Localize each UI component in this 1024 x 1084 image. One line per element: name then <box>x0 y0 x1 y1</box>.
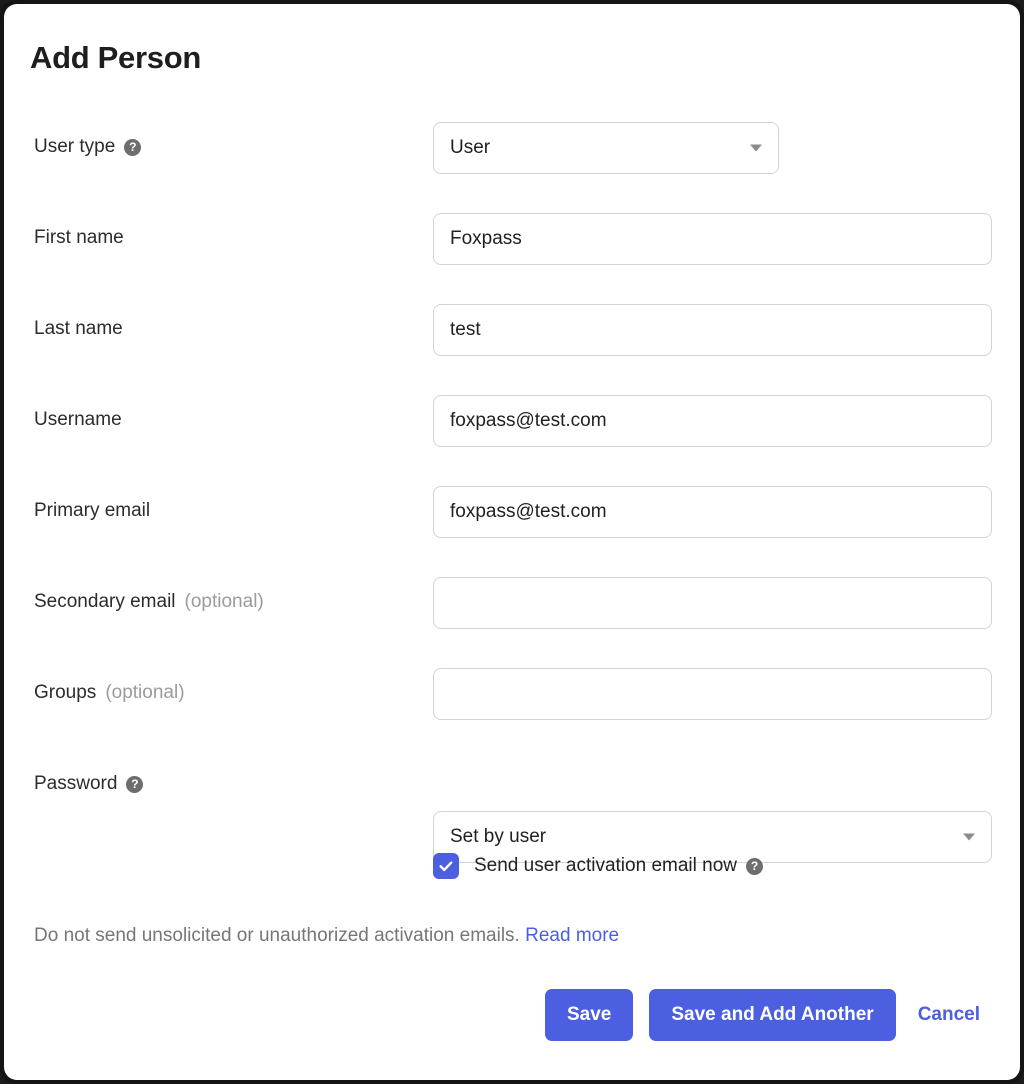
label-groups: Groups (optional) <box>34 682 185 704</box>
input-last-name[interactable]: test <box>433 304 992 356</box>
send-activation-email-label: Send user activation email now ? <box>474 855 763 877</box>
label-text: Password <box>34 773 118 794</box>
label-text: Primary email <box>34 500 151 521</box>
activation-email-row[interactable]: Send user activation email now ? <box>433 853 763 879</box>
page-title: Add Person <box>30 40 201 75</box>
save-button[interactable]: Save <box>544 989 634 1041</box>
label-text: Groups <box>34 682 97 703</box>
chevron-down-icon[interactable] <box>750 144 762 152</box>
field-value: Foxpass <box>450 228 522 249</box>
input-first-name[interactable]: Foxpass <box>433 213 992 265</box>
label-password: Password? <box>34 773 144 795</box>
save-and-add-another-button[interactable]: Save and Add Another <box>649 989 896 1041</box>
label-text: Secondary email <box>34 591 176 612</box>
select-user-type[interactable]: User <box>433 122 779 174</box>
dialog-actions: Save Save and Add Another Cancel <box>544 989 986 1041</box>
cancel-button[interactable]: Cancel <box>912 1004 986 1026</box>
label-secondary-email: Secondary email (optional) <box>34 591 264 613</box>
label-primary-email: Primary email <box>34 500 150 522</box>
send-activation-email-checkbox[interactable] <box>433 853 459 879</box>
field-value: foxpass@test.com <box>450 501 607 522</box>
help-circle-icon[interactable]: ? <box>124 138 142 156</box>
read-more-link[interactable]: Read more <box>525 925 619 946</box>
field-value: User <box>450 137 491 158</box>
label-first-name: First name <box>34 227 124 249</box>
input-username[interactable]: foxpass@test.com <box>433 395 992 447</box>
activation-label-text: Send user activation email now <box>474 855 737 876</box>
chevron-down-icon[interactable] <box>963 833 975 841</box>
activation-notice: Do not send unsolicited or unauthorized … <box>34 925 619 947</box>
label-text: Last name <box>34 318 123 339</box>
field-value: test <box>450 319 481 340</box>
optional-suffix: (optional) <box>184 591 264 612</box>
label-user-type: User type? <box>34 136 142 158</box>
label-text: Username <box>34 409 122 430</box>
label-username: Username <box>34 409 122 431</box>
input-primary-email[interactable]: foxpass@test.com <box>433 486 992 538</box>
activation-notice-text: Do not send unsolicited or unauthorized … <box>34 925 520 946</box>
input-groups[interactable] <box>433 668 992 720</box>
help-circle-icon[interactable]: ? <box>126 775 144 793</box>
field-value: Set by user <box>450 826 547 847</box>
field-value: foxpass@test.com <box>450 410 607 431</box>
label-text: User type <box>34 136 116 157</box>
optional-suffix: (optional) <box>105 682 185 703</box>
label-text: First name <box>34 227 124 248</box>
add-person-dialog: Add Person User type? User First name Foxpa… <box>4 4 1020 1080</box>
screen-frame: Add Person User type? User First name Foxpa… <box>0 0 1024 1084</box>
help-circle-icon[interactable]: ? <box>745 857 763 875</box>
input-secondary-email[interactable] <box>433 577 992 629</box>
label-last-name: Last name <box>34 318 123 340</box>
